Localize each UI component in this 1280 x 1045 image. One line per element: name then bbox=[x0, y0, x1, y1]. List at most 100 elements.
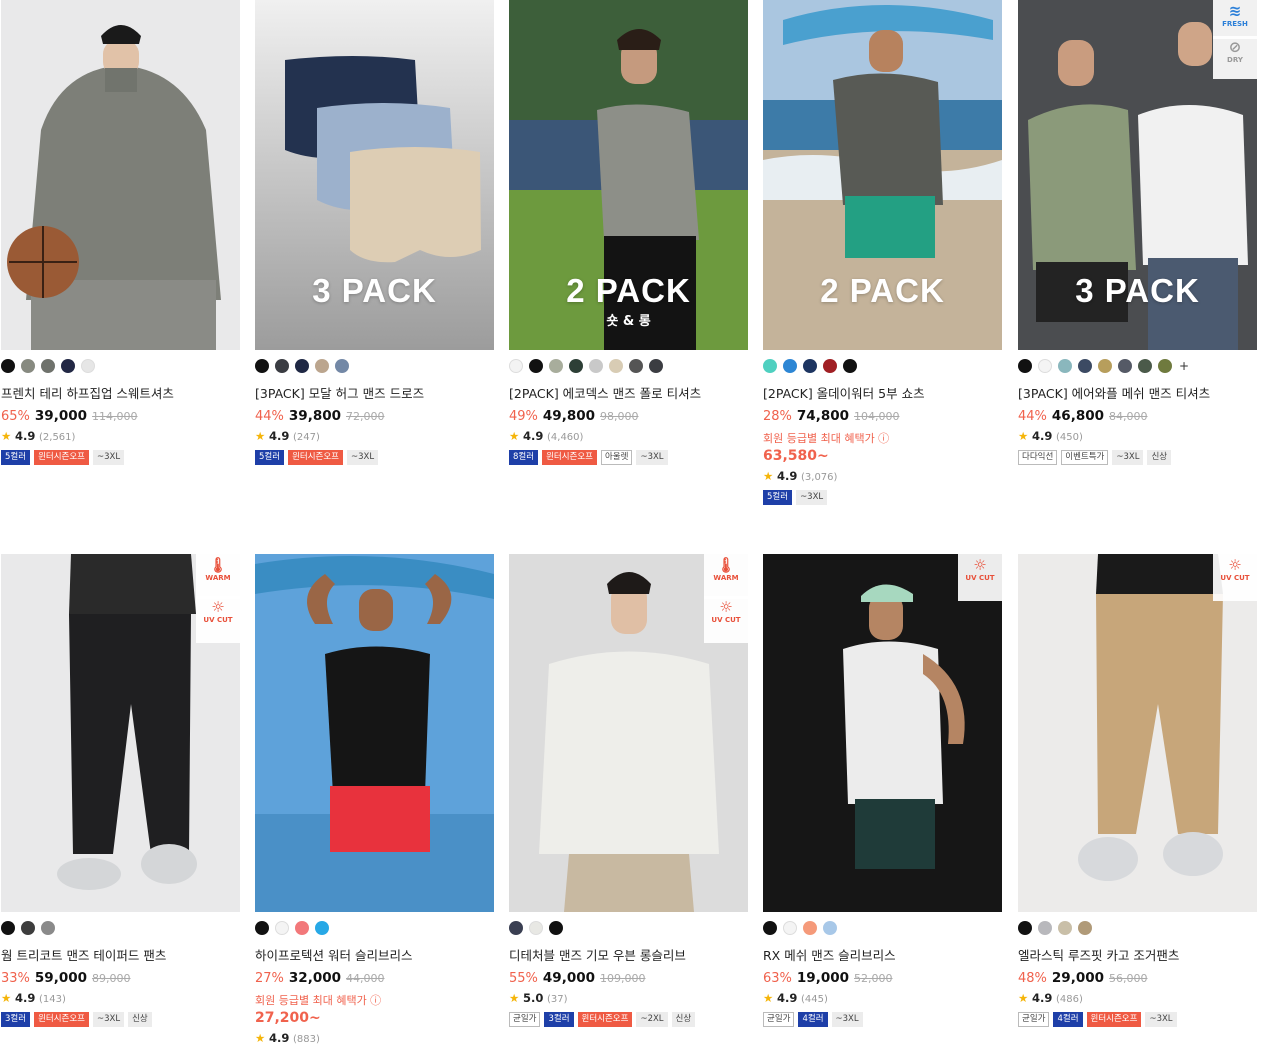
product-name[interactable]: 프렌치 테리 하프집업 스웨트셔츠 bbox=[1, 383, 240, 402]
pack-label: 3 PACK bbox=[1075, 272, 1200, 309]
color-swatch[interactable] bbox=[569, 359, 583, 373]
product-card[interactable]: ☼ UV CUT 엘라스틱 루즈핏 카고 조거팬츠 48% 29,000 56,00… bbox=[1018, 554, 1257, 1027]
color-swatch[interactable] bbox=[41, 359, 55, 373]
dry-feature-badge: ⊘ DRY bbox=[1213, 36, 1257, 79]
color-swatch[interactable] bbox=[783, 921, 797, 935]
rating-value: 4.9 bbox=[14, 991, 36, 1005]
product-name[interactable]: 웜 트리코트 맨즈 테이퍼드 팬츠 bbox=[1, 945, 240, 964]
color-swatch[interactable] bbox=[1, 359, 15, 373]
sun-icon: ☼ bbox=[211, 598, 225, 616]
color-swatch[interactable] bbox=[21, 359, 35, 373]
color-swatch[interactable] bbox=[629, 359, 643, 373]
color-swatch[interactable] bbox=[275, 921, 289, 935]
product-card[interactable]: ≋ FRESH ⊘ DRY 3 PACK + [3PACK] 에어와플 메쉬 맨… bbox=[1018, 0, 1257, 465]
member-benefit-link[interactable]: 회원 등급별 최대 혜택가 ⓘ bbox=[255, 992, 494, 1008]
color-swatch[interactable] bbox=[763, 359, 777, 373]
color-swatch[interactable] bbox=[823, 921, 837, 935]
color-swatch[interactable] bbox=[335, 359, 349, 373]
product-name[interactable]: [2PACK] 에코덱스 맨즈 폴로 티셔츠 bbox=[509, 383, 748, 402]
product-image[interactable]: 3 PACK bbox=[255, 0, 494, 350]
color-swatch[interactable] bbox=[783, 359, 797, 373]
color-swatch[interactable] bbox=[1138, 359, 1152, 373]
product-name[interactable]: [2PACK] 올데이워터 5부 쇼츠 bbox=[763, 383, 1002, 402]
product-name[interactable]: 디테처블 맨즈 기모 우븐 롱슬리브 bbox=[509, 945, 748, 964]
color-swatch[interactable] bbox=[275, 359, 289, 373]
product-name[interactable]: RX 메쉬 맨즈 슬리브리스 bbox=[763, 945, 1002, 964]
color-swatch[interactable] bbox=[41, 921, 55, 935]
product-card[interactable]: ☼ UV CUT RX 메쉬 맨즈 슬리브리스 63% 19,000 52,000 … bbox=[763, 554, 1002, 1027]
product-image[interactable] bbox=[255, 554, 494, 912]
product-card[interactable]: 하이프로텍션 워터 슬리브리스 27% 32,000 44,000 회원 등급별 최… bbox=[255, 554, 494, 1045]
product-card[interactable]: 프렌치 테리 하프집업 스웨트셔츠 65% 39,000 114,000 ★ 4.9… bbox=[1, 0, 240, 465]
color-swatch[interactable] bbox=[295, 921, 309, 935]
product-image[interactable]: ☼ UV CUT bbox=[763, 554, 1002, 912]
color-swatch[interactable] bbox=[255, 359, 269, 373]
color-swatch[interactable] bbox=[589, 359, 603, 373]
color-swatch[interactable] bbox=[1078, 921, 1092, 935]
color-swatch[interactable] bbox=[529, 359, 543, 373]
product-card[interactable]: 🌡 WARM ☼ UV CUT 웜 트리코트 맨즈 테이퍼드 팬츠 33% 59,… bbox=[1, 554, 240, 1027]
color-swatch[interactable] bbox=[295, 359, 309, 373]
color-swatch[interactable] bbox=[509, 359, 523, 373]
uvcut-feature-badge: ☼ UV CUT bbox=[704, 596, 748, 643]
color-swatches bbox=[763, 358, 1002, 374]
product-name[interactable]: 엘라스틱 루즈핏 카고 조거팬츠 bbox=[1018, 945, 1257, 964]
color-swatch[interactable] bbox=[315, 359, 329, 373]
product-card[interactable]: 3 PACK [3PACK] 모달 허그 맨즈 드로즈 44% 39,800 72,… bbox=[255, 0, 494, 465]
color-swatch[interactable] bbox=[1118, 359, 1132, 373]
more-colors-icon[interactable]: + bbox=[1179, 359, 1189, 373]
product-name[interactable]: [3PACK] 에어와플 메쉬 맨즈 티셔츠 bbox=[1018, 383, 1257, 402]
rating-value: 5.0 bbox=[522, 991, 544, 1005]
product-image[interactable]: 2 PACK 숏 & 롱 bbox=[509, 0, 748, 350]
product-name[interactable]: 하이프로텍션 워터 슬리브리스 bbox=[255, 945, 494, 964]
color-swatch[interactable] bbox=[1018, 921, 1032, 935]
color-swatch[interactable] bbox=[549, 359, 563, 373]
color-swatch[interactable] bbox=[843, 359, 857, 373]
product-card[interactable]: 2 PACK [2PACK] 올데이워터 5부 쇼츠 28% 74,800 104,… bbox=[763, 0, 1002, 505]
color-swatch[interactable] bbox=[1, 921, 15, 935]
color-swatch[interactable] bbox=[529, 921, 543, 935]
color-swatch[interactable] bbox=[509, 921, 523, 935]
color-swatch[interactable] bbox=[81, 359, 95, 373]
color-swatch[interactable] bbox=[823, 359, 837, 373]
tag-list: 균일가 4컬러 윈터시즌오프 ~3XL bbox=[1018, 1012, 1257, 1027]
product-image[interactable]: ≋ FRESH ⊘ DRY 3 PACK bbox=[1018, 0, 1257, 350]
color-swatch[interactable] bbox=[1058, 359, 1072, 373]
rating-value: 4.9 bbox=[1031, 991, 1053, 1005]
product-image[interactable] bbox=[1, 0, 240, 350]
color-swatch[interactable] bbox=[1018, 359, 1032, 373]
original-price: 72,000 bbox=[346, 410, 385, 423]
product-tag: 윈터시즌오프 bbox=[288, 450, 343, 465]
member-price: 63,580~ bbox=[763, 448, 829, 464]
tag-list: 5컬러 윈터시즌오프 ~3XL bbox=[1, 450, 240, 465]
color-swatch[interactable] bbox=[609, 359, 623, 373]
review-count: (450) bbox=[1056, 432, 1083, 443]
color-swatch[interactable] bbox=[61, 359, 75, 373]
product-card[interactable]: 2 PACK 숏 & 롱 [2PACK] 에코덱스 맨즈 폴로 티셔츠 49% 4… bbox=[509, 0, 748, 465]
color-swatch[interactable] bbox=[803, 359, 817, 373]
tag-list: 다다익선 이벤트특가 ~3XL 신상 bbox=[1018, 450, 1257, 465]
original-price: 109,000 bbox=[600, 972, 646, 985]
color-swatch[interactable] bbox=[1078, 359, 1092, 373]
color-swatch[interactable] bbox=[1158, 359, 1172, 373]
color-swatch[interactable] bbox=[1038, 359, 1052, 373]
color-swatch[interactable] bbox=[1058, 921, 1072, 935]
color-swatch[interactable] bbox=[1038, 921, 1052, 935]
color-swatch[interactable] bbox=[255, 921, 269, 935]
product-card[interactable]: 🌡 WARM ☼ UV CUT 디테처블 맨즈 기모 우븐 롱슬리브 55% 49… bbox=[509, 554, 748, 1027]
color-swatch[interactable] bbox=[21, 921, 35, 935]
color-swatch[interactable] bbox=[315, 921, 329, 935]
product-image[interactable]: 2 PACK bbox=[763, 0, 1002, 350]
member-benefit-link[interactable]: 회원 등급별 최대 혜택가 ⓘ bbox=[763, 430, 1002, 446]
color-swatch[interactable] bbox=[803, 921, 817, 935]
rating-value: 4.9 bbox=[268, 429, 290, 443]
product-image[interactable]: 🌡 WARM ☼ UV CUT bbox=[1, 554, 240, 912]
color-swatch[interactable] bbox=[763, 921, 777, 935]
product-tag: 신상 bbox=[1147, 450, 1172, 465]
color-swatch[interactable] bbox=[649, 359, 663, 373]
color-swatch[interactable] bbox=[1098, 359, 1112, 373]
product-image[interactable]: ☼ UV CUT bbox=[1018, 554, 1257, 912]
color-swatch[interactable] bbox=[549, 921, 563, 935]
product-image[interactable]: 🌡 WARM ☼ UV CUT bbox=[509, 554, 748, 912]
product-name[interactable]: [3PACK] 모달 허그 맨즈 드로즈 bbox=[255, 383, 494, 402]
